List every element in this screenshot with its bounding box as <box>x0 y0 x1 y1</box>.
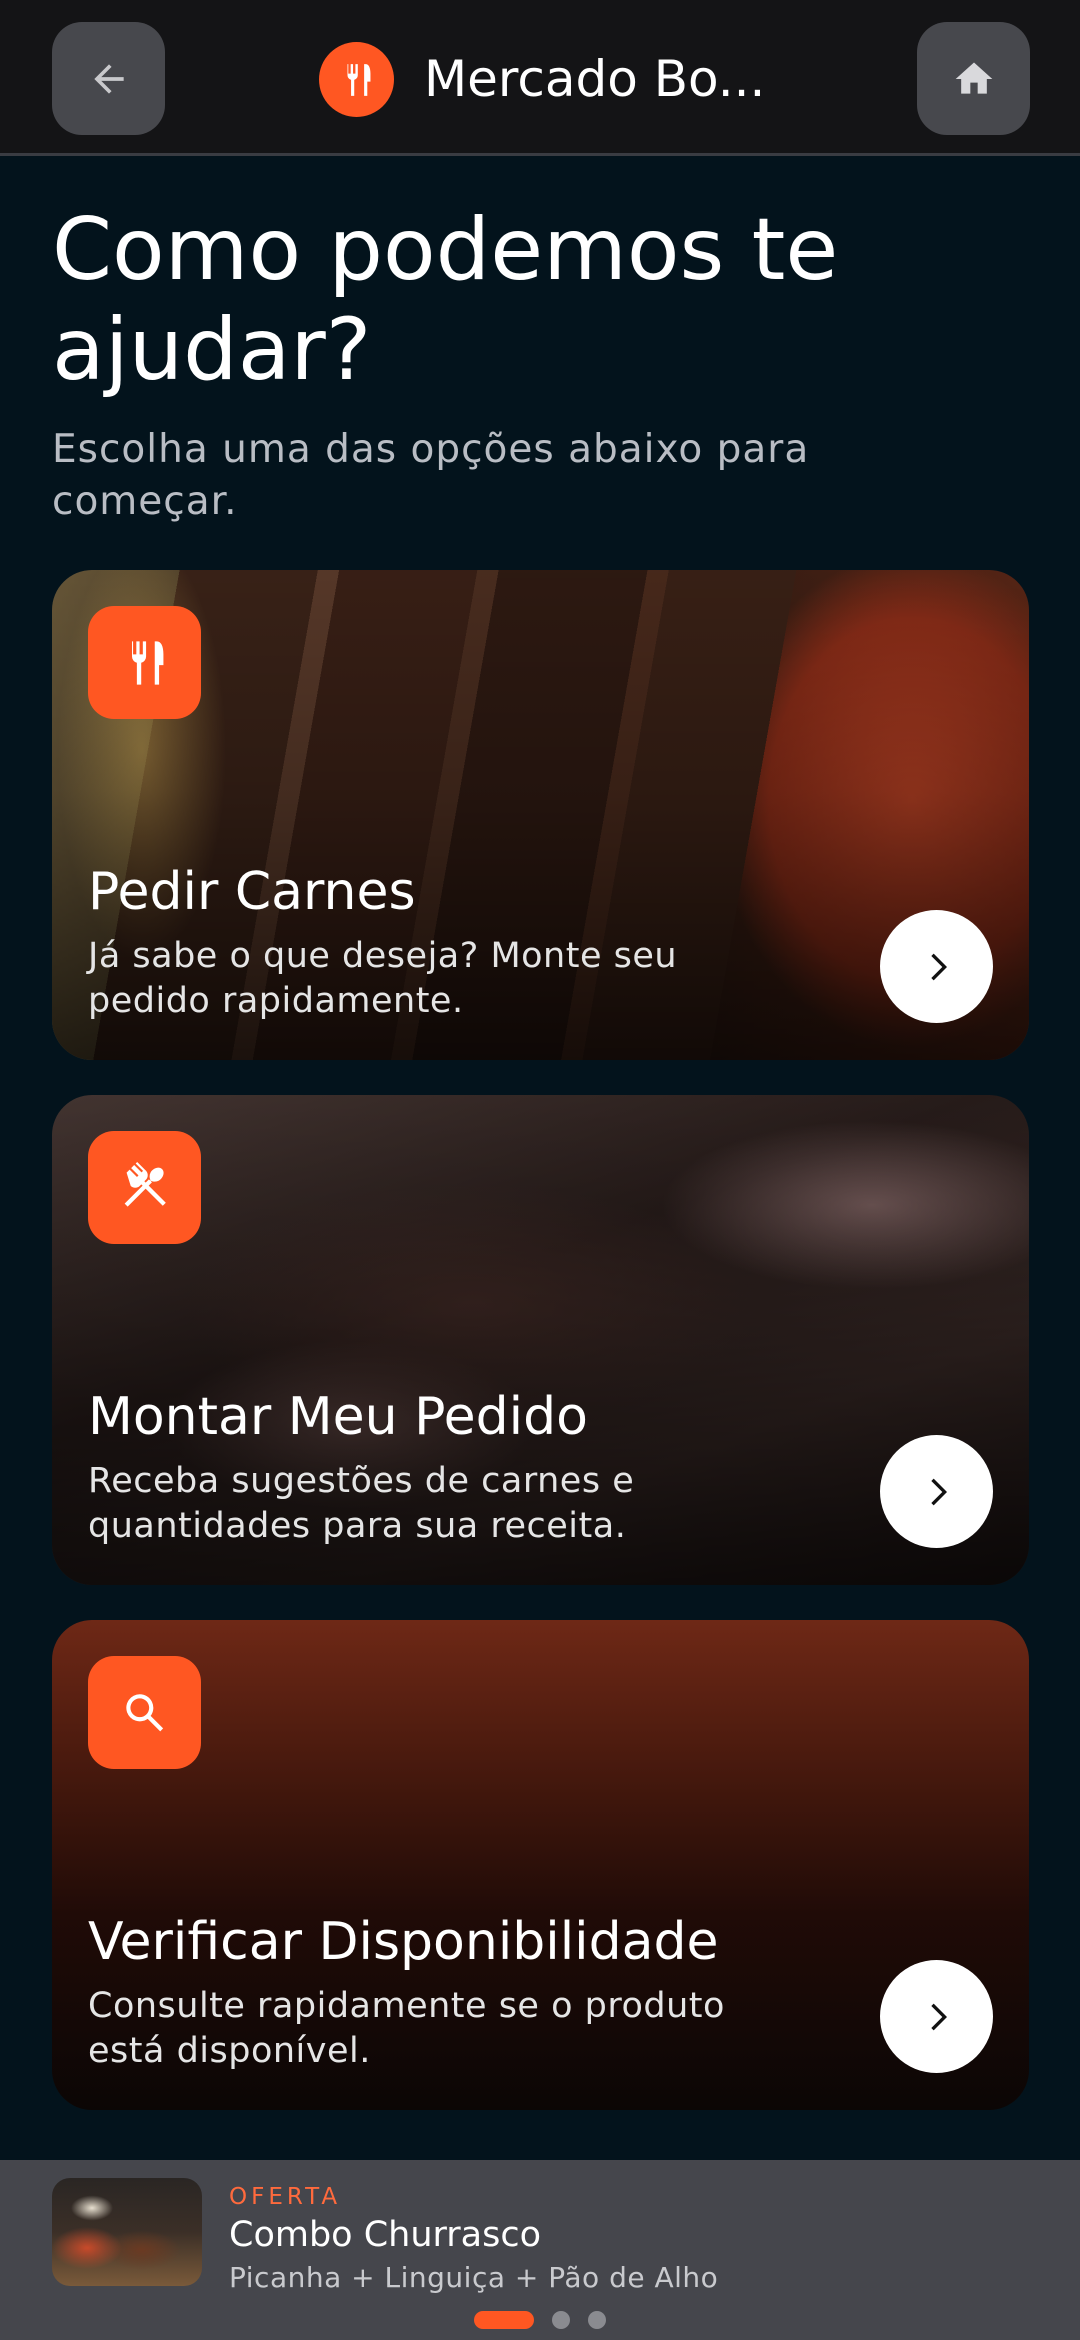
carousel-dot[interactable] <box>552 2311 570 2329</box>
offer-tag: OFERTA <box>229 2184 342 2210</box>
arrow-left-icon <box>93 63 124 94</box>
card-icon-badge <box>88 1131 201 1244</box>
home-icon <box>955 62 992 94</box>
offer-title: Combo Churrasco <box>229 2215 542 2255</box>
top-bar: Mercado Bo... <box>0 0 1080 156</box>
option-card-verificar-disponibilidade[interactable]: Verificar Disponibilidade Consulte rapid… <box>52 1620 1029 2110</box>
card-icon-badge <box>88 1656 201 1769</box>
card-icon-badge <box>88 606 201 719</box>
offer-banner[interactable]: OFERTA Combo Churrasco Picanha + Linguiç… <box>0 2160 1080 2340</box>
fork-spoon-crossed-icon <box>124 1161 166 1207</box>
utensils-icon <box>129 640 163 685</box>
carousel-indicator <box>0 2311 1080 2331</box>
offer-thumbnail <box>52 2178 202 2286</box>
page-title: Como podemos te ajudar? <box>52 200 839 400</box>
search-icon <box>125 1693 163 1731</box>
chevron-right-icon <box>930 953 947 980</box>
app-screen: Mercado Bo... Como podemos te ajudar? Es… <box>0 0 1080 2340</box>
card-go-button[interactable] <box>880 1960 993 2073</box>
carousel-dot-active[interactable] <box>474 2311 534 2329</box>
option-card-montar-pedido[interactable]: Montar Meu Pedido Receba sugestões de ca… <box>52 1095 1029 1585</box>
page-subtitle: Escolha uma das opções abaixo para começ… <box>52 427 810 524</box>
card-title: Verificar Disponibilidade <box>88 1912 719 1972</box>
card-description: Já sabe o que deseja? Monte seu pedido r… <box>88 936 678 1021</box>
card-go-button[interactable] <box>880 910 993 1023</box>
card-description: Receba sugestões de carnes e quantidades… <box>88 1461 635 1546</box>
store-name: Mercado Bo... <box>424 50 766 108</box>
card-description: Consulte rapidamente se o produto está d… <box>88 1986 725 2071</box>
card-title: Pedir Carnes <box>88 862 416 922</box>
back-button[interactable] <box>52 22 165 135</box>
utensils-icon <box>345 63 370 96</box>
store-logo <box>319 42 394 117</box>
carousel-dot[interactable] <box>588 2311 606 2329</box>
chevron-right-icon <box>930 1478 947 1505</box>
card-title: Montar Meu Pedido <box>88 1387 588 1447</box>
card-go-button[interactable] <box>880 1435 993 1548</box>
home-button[interactable] <box>917 22 1030 135</box>
chevron-right-icon <box>930 2003 947 2030</box>
offer-subtitle: Picanha + Linguiça + Pão de Alho <box>229 2261 719 2294</box>
option-card-pedir-carnes[interactable]: Pedir Carnes Já sabe o que deseja? Monte… <box>52 570 1029 1060</box>
